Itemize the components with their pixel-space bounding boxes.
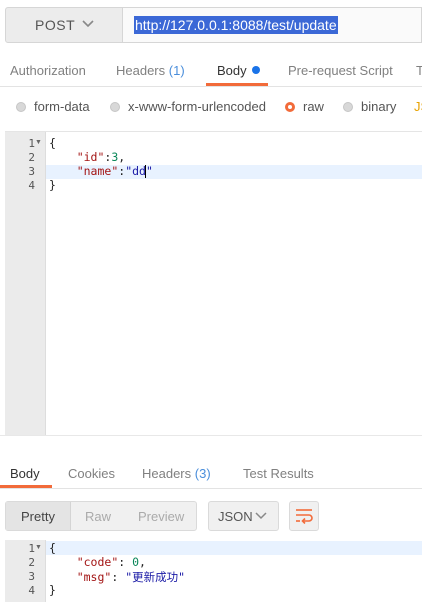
tab-response-headers[interactable]: Headers (3) bbox=[142, 466, 211, 481]
tab-cookies[interactable]: Cookies bbox=[68, 466, 115, 481]
url-text: http://127.0.0.1:8088/test/update bbox=[134, 16, 338, 34]
line-number-gutter: 1 ▼ 2 3 4 bbox=[5, 132, 46, 435]
line-number: 1 bbox=[28, 137, 35, 150]
request-tabs: Authorization Headers (1) Body Pre-reque… bbox=[0, 56, 422, 87]
json-value: "更新成功" bbox=[125, 570, 186, 584]
tab-headers[interactable]: Headers (1) bbox=[116, 63, 185, 78]
radio-form-data[interactable]: form-data bbox=[16, 99, 90, 114]
tab-response-headers-label: Headers bbox=[142, 466, 192, 481]
tab-body[interactable]: Body bbox=[217, 63, 260, 78]
code-line: } bbox=[49, 583, 56, 597]
response-body-viewer[interactable]: 1 ▼ 2 3 4 { "code": 0, "msg": "更新成功" } bbox=[5, 540, 422, 602]
code-line: "name":"dd" bbox=[49, 164, 153, 178]
json-key: "msg" bbox=[76, 570, 112, 584]
chevron-down-icon bbox=[82, 20, 94, 28]
json-value: 0 bbox=[132, 555, 140, 569]
code-line: "id":3, bbox=[49, 150, 126, 164]
json-colon: : bbox=[111, 570, 126, 584]
code-line: { bbox=[49, 541, 56, 555]
radio-circle-icon bbox=[110, 102, 120, 112]
line-number: 3 bbox=[28, 570, 35, 583]
wrap-lines-icon bbox=[296, 509, 313, 524]
radio-form-data-label: form-data bbox=[34, 99, 90, 114]
fold-arrow-icon[interactable]: ▼ bbox=[35, 139, 42, 146]
code-line: "code": 0, bbox=[49, 555, 146, 569]
line-number: 1 bbox=[28, 542, 35, 555]
body-type-options: form-data x-www-form-urlencoded raw bina… bbox=[0, 92, 422, 120]
json-colon: : bbox=[118, 555, 133, 569]
body-format-dropdown[interactable]: JS bbox=[414, 99, 422, 114]
line-number: 4 bbox=[28, 584, 35, 597]
json-comma: , bbox=[118, 150, 126, 164]
text-cursor bbox=[145, 165, 146, 178]
mode-preview-button[interactable]: Preview bbox=[138, 509, 184, 524]
headers-count-badge: (1) bbox=[168, 63, 185, 78]
radio-x-www-form-urlencoded[interactable]: x-www-form-urlencoded bbox=[110, 99, 266, 114]
tab-tests[interactable]: T bbox=[416, 63, 422, 78]
radio-raw[interactable]: raw bbox=[285, 99, 324, 114]
method-dropdown[interactable]: POST bbox=[5, 7, 123, 43]
response-format-dropdown[interactable]: JSON bbox=[208, 501, 279, 531]
json-key: "id" bbox=[76, 150, 105, 164]
line-number: 3 bbox=[28, 165, 35, 178]
tab-body-label: Body bbox=[217, 63, 247, 78]
response-headers-count-badge: (3) bbox=[194, 466, 211, 481]
tab-tests-label: T bbox=[416, 63, 422, 78]
code-brace: } bbox=[49, 583, 56, 597]
tab-response-body[interactable]: Body bbox=[10, 466, 40, 481]
json-comma: , bbox=[139, 555, 146, 569]
tab-pre-request-label: Pre-request Script bbox=[288, 63, 393, 78]
line-number: 2 bbox=[28, 151, 35, 164]
tab-authorization[interactable]: Authorization bbox=[10, 63, 86, 78]
response-tabs: Body Cookies Headers (3) Test Results bbox=[0, 456, 422, 489]
url-input[interactable]: http://127.0.0.1:8088/test/update bbox=[123, 7, 422, 43]
line-number: 4 bbox=[28, 179, 35, 192]
radio-binary[interactable]: binary bbox=[343, 99, 396, 114]
mode-pretty-button[interactable]: Pretty bbox=[21, 509, 55, 524]
line-number-gutter: 1 ▼ 2 3 4 bbox=[5, 540, 46, 602]
tab-authorization-label: Authorization bbox=[10, 63, 86, 78]
response-view-mode: Pretty Raw Preview bbox=[5, 501, 197, 531]
radio-raw-label: raw bbox=[303, 99, 324, 114]
line-number: 2 bbox=[28, 556, 35, 569]
active-tab-indicator bbox=[0, 485, 52, 488]
json-key: "name" bbox=[76, 164, 119, 178]
modified-dot-icon bbox=[251, 66, 260, 74]
chevron-down-icon bbox=[255, 512, 267, 520]
tab-test-results[interactable]: Test Results bbox=[243, 466, 314, 481]
tab-test-results-label: Test Results bbox=[243, 466, 314, 481]
code-line: } bbox=[49, 178, 56, 192]
tab-headers-label: Headers bbox=[116, 63, 166, 78]
radio-selected-icon bbox=[285, 102, 295, 112]
radio-circle-icon bbox=[343, 102, 353, 112]
code-line: { bbox=[49, 136, 56, 150]
code-brace: { bbox=[49, 136, 56, 150]
json-value: "dd" bbox=[125, 164, 153, 178]
tab-response-body-label: Body bbox=[10, 466, 40, 481]
active-line-highlight bbox=[46, 541, 422, 555]
radio-binary-label: binary bbox=[361, 99, 397, 114]
wrap-lines-button[interactable] bbox=[289, 501, 319, 531]
active-tab-indicator bbox=[206, 83, 268, 86]
method-label: POST bbox=[35, 17, 76, 33]
code-line: "msg": "更新成功" bbox=[49, 569, 185, 585]
format-label: JSON bbox=[218, 509, 253, 524]
json-key: "code" bbox=[76, 555, 119, 569]
pane-resize-divider[interactable] bbox=[0, 435, 422, 456]
request-body-editor[interactable]: 1 ▼ 2 3 4 { "id":3, "name":"dd" } bbox=[5, 131, 422, 435]
tab-pre-request-script[interactable]: Pre-request Script bbox=[288, 63, 393, 78]
code-brace: { bbox=[49, 541, 56, 555]
radio-circle-icon bbox=[16, 102, 26, 112]
fold-arrow-icon[interactable]: ▼ bbox=[35, 544, 42, 551]
mode-raw-button[interactable]: Raw bbox=[85, 509, 111, 524]
request-bar: POST http://127.0.0.1:8088/test/update bbox=[5, 7, 422, 45]
code-brace: } bbox=[49, 178, 56, 192]
radio-urlencoded-label: x-www-form-urlencoded bbox=[128, 99, 266, 114]
tab-cookies-label: Cookies bbox=[68, 466, 115, 481]
